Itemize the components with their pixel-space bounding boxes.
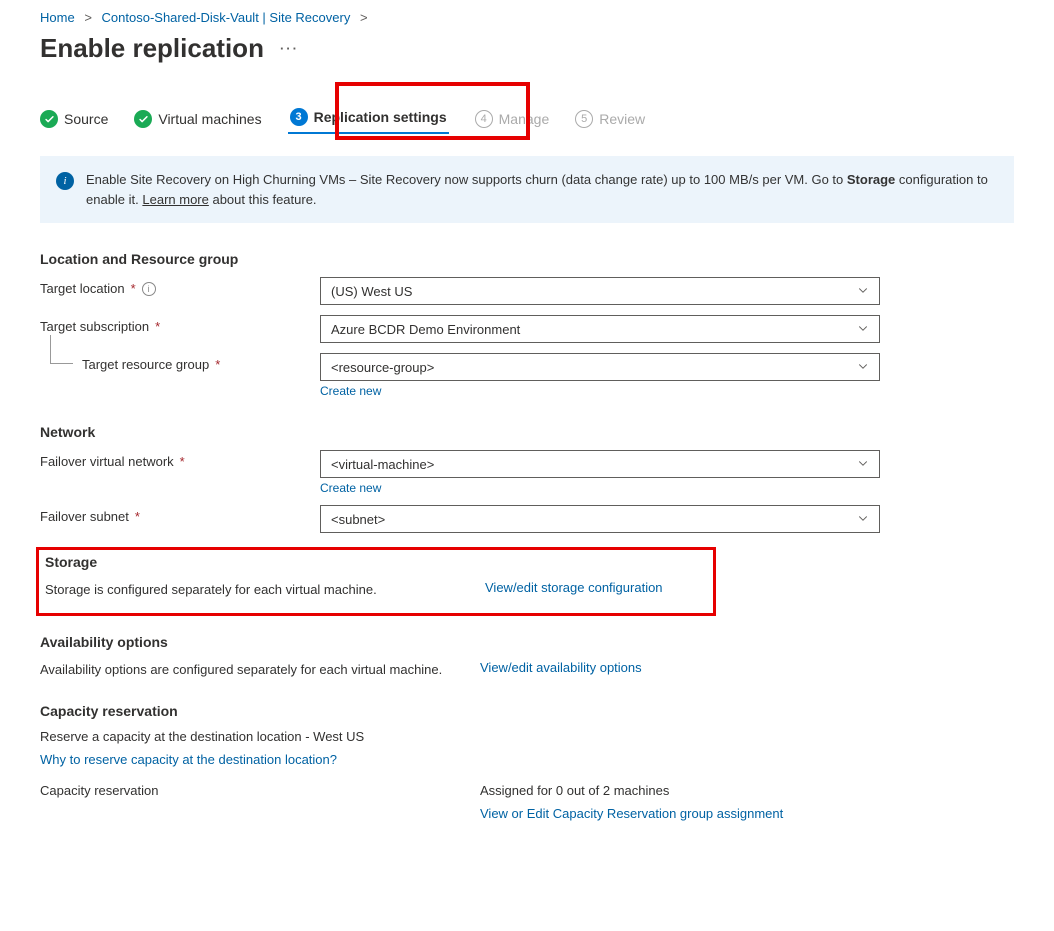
info-banner-text: Enable Site Recovery on High Churning VM…: [86, 170, 998, 209]
failover-subnet-value: <subnet>: [331, 512, 385, 527]
label-target-location: Target location * i: [40, 277, 320, 296]
capacity-row-value: Assigned for 0 out of 2 machines: [480, 783, 1014, 798]
check-icon: [40, 110, 58, 128]
label-failover-subnet: Failover subnet *: [40, 505, 320, 524]
chevron-right-icon: >: [84, 10, 92, 25]
availability-desc: Availability options are configured sepa…: [40, 662, 450, 677]
step-number-icon: 3: [290, 108, 308, 126]
failover-vnet-select[interactable]: <virtual-machine>: [320, 450, 880, 478]
section-title-network: Network: [40, 424, 1014, 440]
storage-desc: Storage is configured separately for eac…: [45, 582, 455, 597]
label-target-subscription: Target subscription *: [40, 315, 320, 334]
capacity-desc: Reserve a capacity at the destination lo…: [40, 729, 1014, 744]
view-edit-capacity-link[interactable]: View or Edit Capacity Reservation group …: [480, 806, 783, 821]
label-failover-vnet: Failover virtual network *: [40, 450, 320, 469]
required-icon: *: [131, 281, 136, 296]
create-new-rg-link[interactable]: Create new: [320, 384, 381, 398]
target-location-select[interactable]: (US) West US: [320, 277, 880, 305]
step-label: Virtual machines: [158, 111, 261, 127]
required-icon: *: [155, 319, 160, 334]
breadcrumb: Home > Contoso-Shared-Disk-Vault | Site …: [40, 10, 1014, 25]
view-edit-storage-link[interactable]: View/edit storage configuration: [485, 580, 663, 595]
view-edit-availability-link[interactable]: View/edit availability options: [480, 660, 642, 675]
highlight-frame-storage: Storage Storage is configured separately…: [36, 547, 716, 616]
required-icon: *: [135, 509, 140, 524]
chevron-down-icon: [857, 457, 869, 472]
step-source[interactable]: Source: [40, 110, 108, 128]
label-target-resource-group: Target resource group *: [40, 353, 320, 372]
failover-subnet-select[interactable]: <subnet>: [320, 505, 880, 533]
failover-vnet-value: <virtual-machine>: [331, 457, 434, 472]
wizard-steps: Source Virtual machines 3 Replication se…: [40, 104, 1014, 134]
why-reserve-link[interactable]: Why to reserve capacity at the destinati…: [40, 752, 337, 767]
chevron-down-icon: [857, 360, 869, 375]
step-label: Source: [64, 111, 108, 127]
target-resource-group-select[interactable]: <resource-group>: [320, 353, 880, 381]
target-subscription-select[interactable]: Azure BCDR Demo Environment: [320, 315, 880, 343]
chevron-down-icon: [857, 512, 869, 527]
info-banner: i Enable Site Recovery on High Churning …: [40, 156, 1014, 223]
breadcrumb-home[interactable]: Home: [40, 10, 75, 25]
section-title-capacity: Capacity reservation: [40, 703, 1014, 719]
info-icon: i: [56, 172, 74, 190]
step-number-icon: 5: [575, 110, 593, 128]
section-title-storage: Storage: [45, 554, 707, 570]
chevron-down-icon: [857, 322, 869, 337]
learn-more-link[interactable]: Learn more: [142, 192, 208, 207]
check-icon: [134, 110, 152, 128]
target-resource-group-value: <resource-group>: [331, 360, 434, 375]
chevron-right-icon: >: [360, 10, 368, 25]
breadcrumb-vault[interactable]: Contoso-Shared-Disk-Vault | Site Recover…: [102, 10, 351, 25]
target-subscription-value: Azure BCDR Demo Environment: [331, 322, 520, 337]
create-new-vnet-link[interactable]: Create new: [320, 481, 381, 495]
capacity-row-label: Capacity reservation: [40, 783, 450, 813]
required-icon: *: [215, 357, 220, 372]
more-actions-icon[interactable]: ···: [280, 41, 299, 56]
step-review[interactable]: 5 Review: [575, 110, 645, 128]
step-label: Review: [599, 111, 645, 127]
page-title: Enable replication: [40, 33, 264, 64]
info-icon[interactable]: i: [142, 282, 156, 296]
chevron-down-icon: [857, 284, 869, 299]
target-location-value: (US) West US: [331, 284, 412, 299]
section-title-availability: Availability options: [40, 634, 1014, 650]
required-icon: *: [180, 454, 185, 469]
section-title-location: Location and Resource group: [40, 251, 1014, 267]
step-virtual-machines[interactable]: Virtual machines: [134, 110, 261, 128]
highlight-frame-step3: [335, 82, 530, 140]
